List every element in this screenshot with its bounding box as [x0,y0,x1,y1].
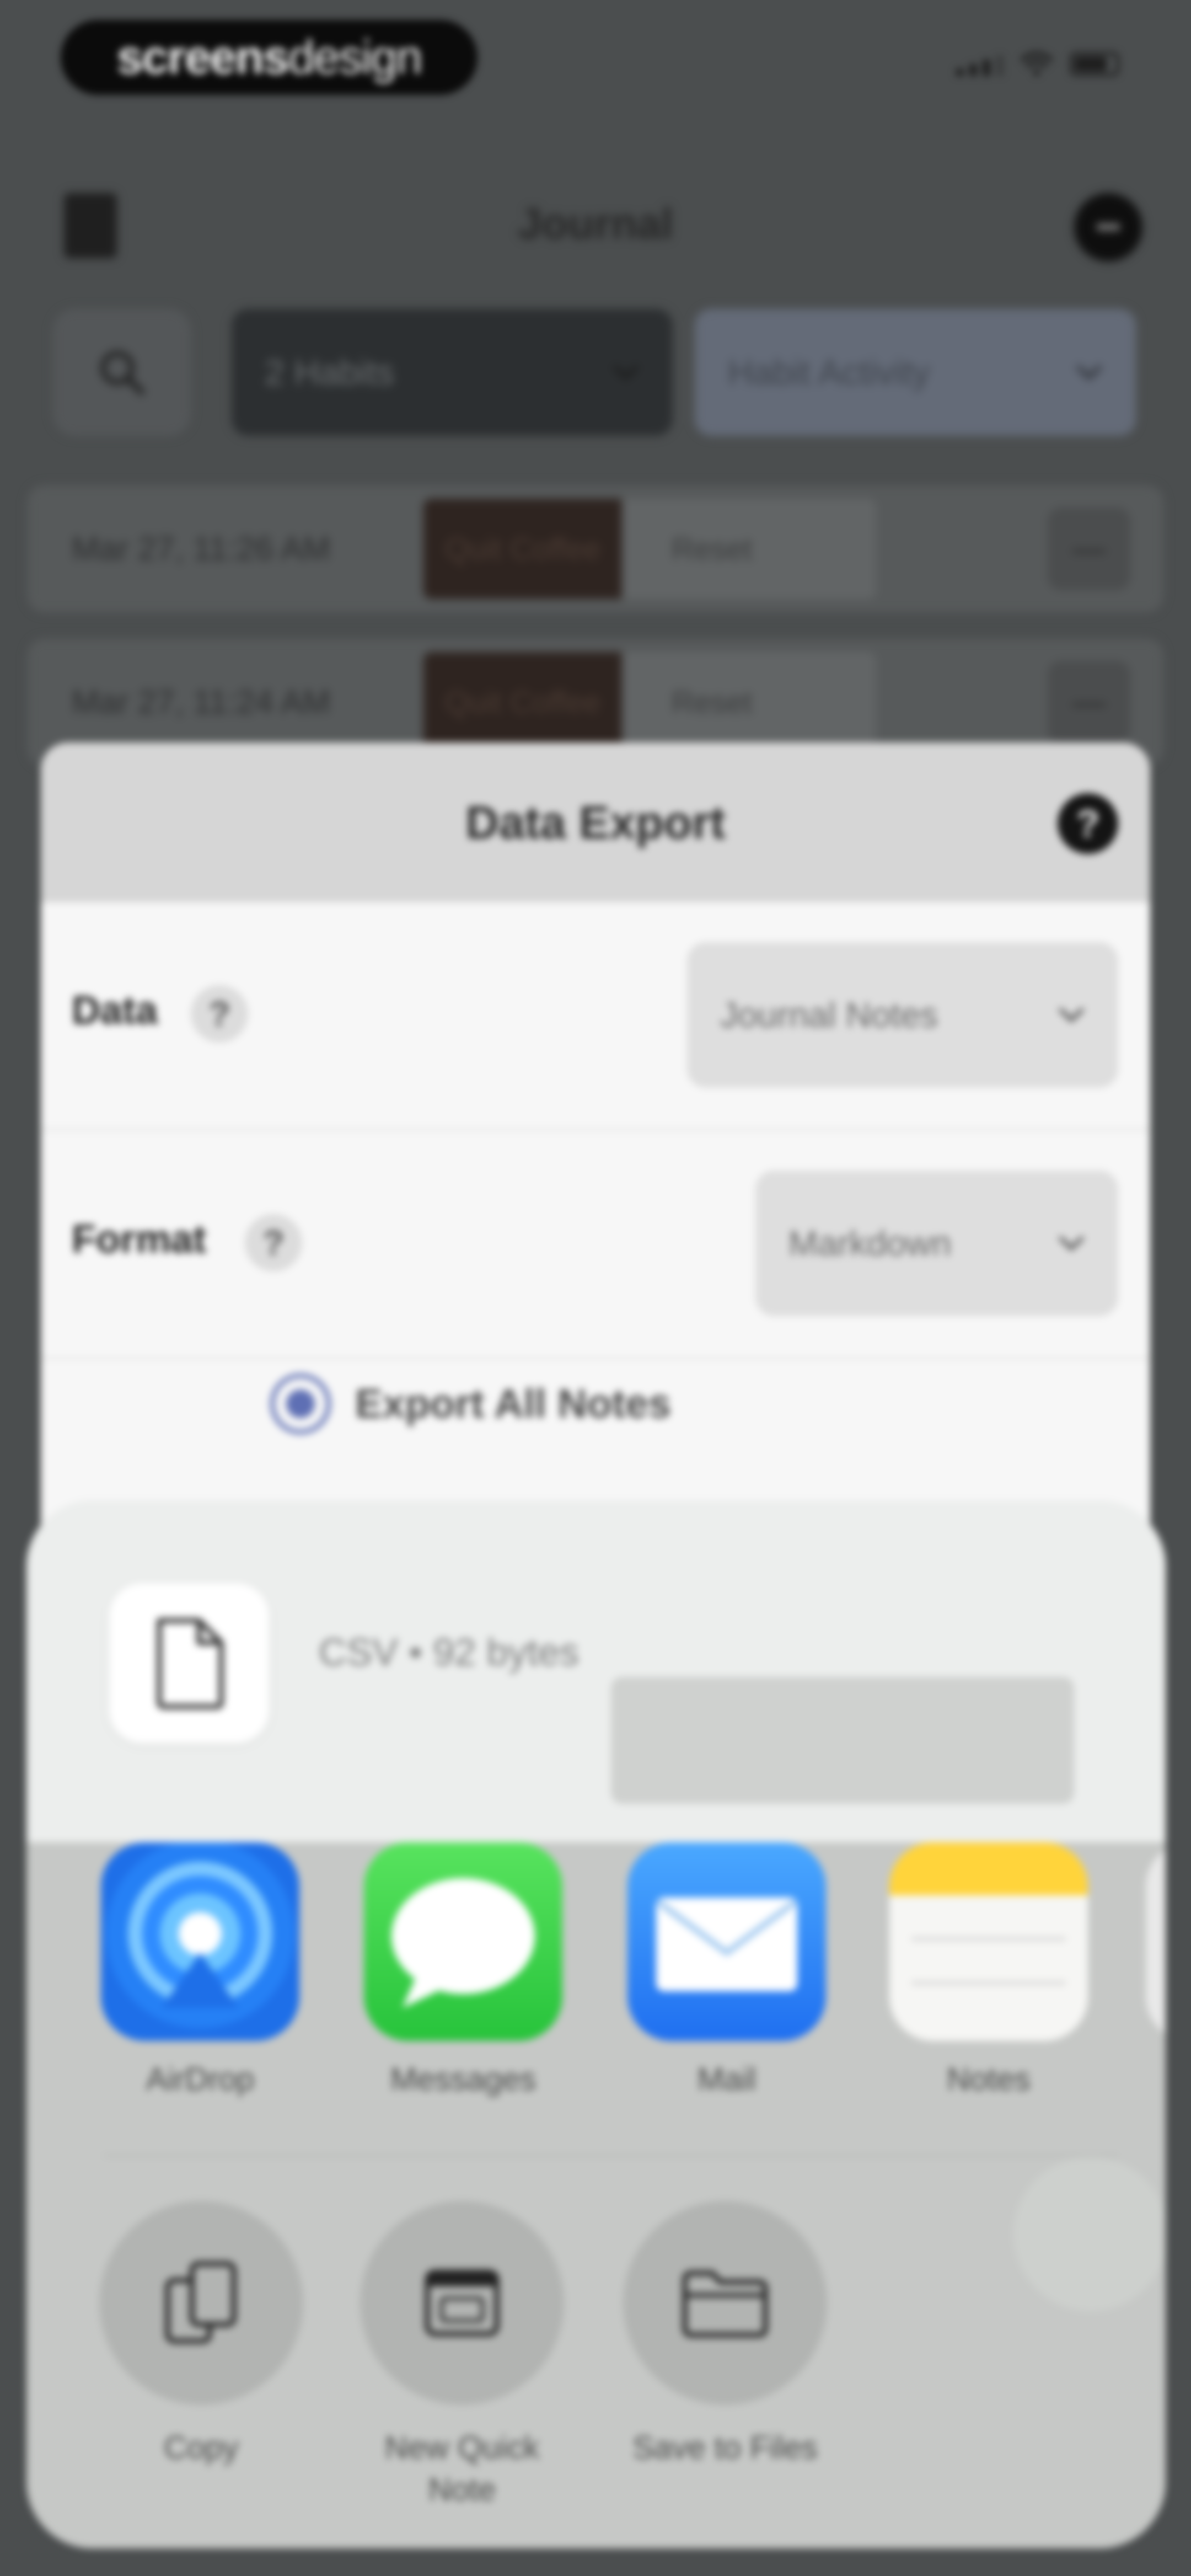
search-icon [100,351,144,395]
share-sheet: CSV • 92 bytes AirDrop Messages Mail Not… [26,1500,1166,2548]
entry-habit-tag: Quit Coffee [423,652,622,752]
entry-habit-tag: Quit Coffee [423,499,622,599]
entry-time: Mar 27, 11:26 AM [72,530,331,567]
entry-action-tag: Reset [622,499,876,599]
share-app-label: Notes [947,2061,1031,2097]
divider [41,1129,1150,1131]
chevron-down-icon [1076,365,1102,380]
page-title: Journal [518,199,673,248]
logo-text-bold: screens [116,30,289,84]
divider [104,2155,1118,2157]
share-app-notes[interactable]: Notes [889,1842,1088,2098]
messages-icon [364,1842,562,2041]
help-icon[interactable]: ? [1058,793,1118,854]
data-help-icon[interactable]: ? [191,985,248,1043]
share-app-label: AirDrop [146,2061,255,2097]
folder-icon [682,2270,768,2338]
share-action-save-files[interactable]: Save to Files [620,2201,830,2469]
document-icon [157,1618,224,1709]
share-app-mail[interactable]: Mail [627,1842,826,2098]
entry-more-button[interactable]: — [1048,661,1130,744]
habits-filter-value: 2 Habits [265,352,394,392]
journal-entry-row[interactable]: Mar 27, 11:26 AM Quit Coffee Reset — [28,485,1163,612]
chevron-down-icon [1059,1008,1084,1023]
notes-icon [889,1842,1088,2041]
logo-text-light: design [288,30,422,84]
cellular-signal-icon [956,55,1004,76]
activity-filter-value: Habit Activity [728,352,930,392]
status-icons [956,51,1119,76]
file-thumbnail [109,1583,269,1743]
format-value: Markdown [788,1223,952,1263]
share-action-label: Copy [164,2430,239,2466]
format-help-icon[interactable]: ? [245,1214,302,1271]
share-action-quick-note[interactable]: New Quick Note [357,2201,567,2511]
share-app-messages[interactable]: Messages [364,1842,562,2098]
share-action-label: Save to Files [632,2430,818,2466]
entry-more-button[interactable]: — [1048,507,1130,590]
chevron-down-icon [1059,1236,1084,1251]
more-apps-icon[interactable] [1146,1842,1166,2041]
copy-icon [165,2261,237,2344]
format-select[interactable]: Markdown [755,1171,1118,1316]
share-app-airdrop[interactable]: AirDrop [101,1842,299,2098]
airdrop-icon [101,1842,299,2041]
format-label: Format [72,1217,207,1262]
share-action-copy[interactable]: Copy [96,2201,306,2469]
search-button[interactable] [53,309,191,436]
habits-filter-select[interactable]: 2 Habits [232,309,673,436]
export-all-radio[interactable] [270,1373,331,1434]
activity-filter-select[interactable]: Habit Activity [695,309,1136,436]
divider [41,1357,1150,1359]
file-meta: CSV • 92 bytes [319,1631,579,1674]
chevron-down-icon [613,365,639,380]
share-app-label: Mail [697,2061,757,2097]
share-app-label: Messages [390,2061,537,2097]
quick-note-icon [425,2269,500,2337]
modal-title: Data Export [465,797,726,848]
share-action-label: New Quick Note [384,2430,540,2508]
data-type-select[interactable]: Journal Notes [687,942,1118,1088]
background-button [611,1677,1074,1804]
mail-icon [627,1842,826,2041]
background-fab [1013,2157,1166,2311]
battery-icon [1070,52,1119,76]
data-label: Data [72,988,158,1033]
screensdesign-logo: screens design [61,20,478,95]
wifi-icon [1020,51,1053,76]
data-type-value: Journal Notes [720,995,938,1035]
screen: screens design Journal ••• 2 Habits Habit [0,0,1191,2576]
entry-action-tag: Reset [622,652,876,752]
more-options-icon[interactable]: ••• [1074,193,1142,261]
export-all-label: Export All Notes [355,1381,671,1426]
